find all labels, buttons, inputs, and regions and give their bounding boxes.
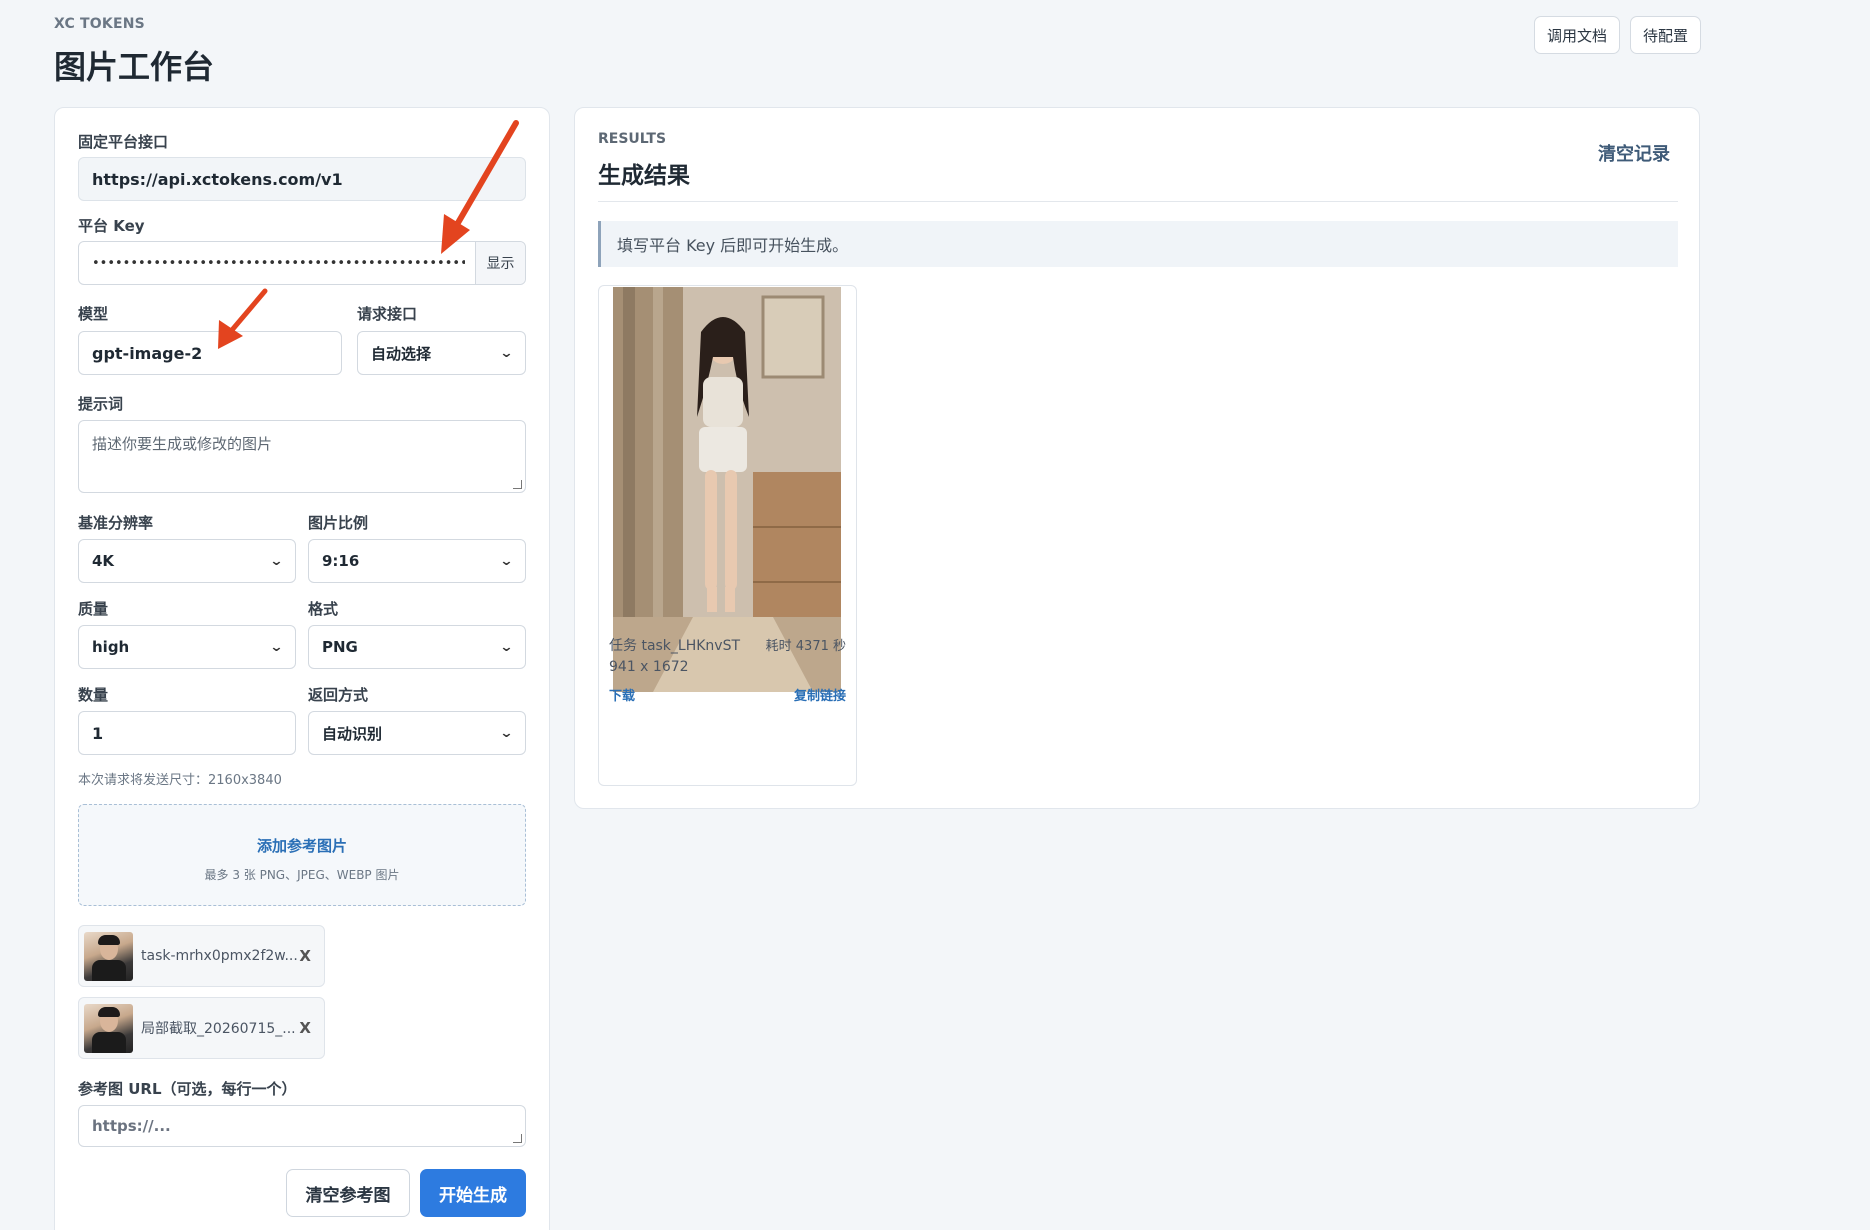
page: XC TOKENS 图片工作台 调用文档 待配置 固定平台接口 https://… xyxy=(0,0,1870,1230)
annotation-arrows xyxy=(218,120,519,349)
